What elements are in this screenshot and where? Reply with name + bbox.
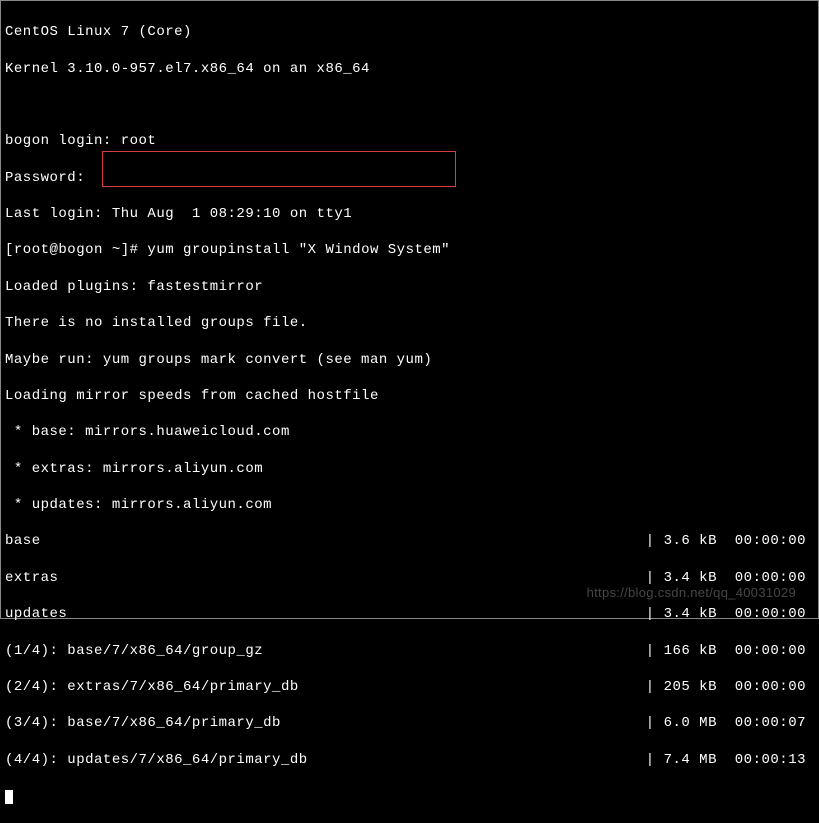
output-mirror-updates: * updates: mirrors.aliyun.com: [5, 496, 814, 514]
terminal-output[interactable]: CentOS Linux 7 (Core) Kernel 3.10.0-957.…: [5, 5, 814, 823]
os-line: CentOS Linux 7 (Core): [5, 23, 814, 41]
password-prompt: Password:: [5, 169, 814, 187]
last-login: Last login: Thu Aug 1 08:29:10 on tty1: [5, 205, 814, 223]
cursor-line: [5, 787, 814, 805]
repo-row: base| 3.6 kB 00:00:00: [5, 532, 814, 550]
repo-name: (1/4): base/7/x86_64/group_gz: [5, 642, 646, 660]
cursor-icon: [5, 790, 13, 804]
repo-name: base: [5, 532, 646, 550]
repo-name: extras: [5, 569, 646, 587]
repo-stats: | 6.0 MB 00:00:07: [646, 714, 814, 732]
output-no-groups: There is no installed groups file.: [5, 314, 814, 332]
command-text: yum groupinstall "X Window System": [139, 242, 451, 258]
repo-row: (2/4): extras/7/x86_64/primary_db| 205 k…: [5, 678, 814, 696]
repo-stats: | 3.4 kB 00:00:00: [646, 605, 814, 623]
output-maybe-run: Maybe run: yum groups mark convert (see …: [5, 351, 814, 369]
watermark-text: https://blog.csdn.net/qq_40031029: [587, 585, 796, 602]
output-mirror-base: * base: mirrors.huaweicloud.com: [5, 423, 814, 441]
repo-name: (3/4): base/7/x86_64/primary_db: [5, 714, 646, 732]
repo-row: updates| 3.4 kB 00:00:00: [5, 605, 814, 623]
output-plugins: Loaded plugins: fastestmirror: [5, 278, 814, 296]
output-loading-mirror: Loading mirror speeds from cached hostfi…: [5, 387, 814, 405]
repo-name: (4/4): updates/7/x86_64/primary_db: [5, 751, 646, 769]
repo-stats: | 7.4 MB 00:00:13: [646, 751, 814, 769]
repo-row: (1/4): base/7/x86_64/group_gz| 166 kB 00…: [5, 642, 814, 660]
repo-stats: | 3.6 kB 00:00:00: [646, 532, 814, 550]
repo-stats: | 205 kB 00:00:00: [646, 678, 814, 696]
shell-prompt: [root@bogon ~]#: [5, 242, 139, 258]
login-prompt: bogon login: root: [5, 132, 814, 150]
repo-name: updates: [5, 605, 646, 623]
kernel-line: Kernel 3.10.0-957.el7.x86_64 on an x86_6…: [5, 60, 814, 78]
output-mirror-extras: * extras: mirrors.aliyun.com: [5, 460, 814, 478]
repo-row: (3/4): base/7/x86_64/primary_db| 6.0 MB …: [5, 714, 814, 732]
repo-name: (2/4): extras/7/x86_64/primary_db: [5, 678, 646, 696]
repo-stats: | 166 kB 00:00:00: [646, 642, 814, 660]
blank-line: [5, 96, 814, 114]
command-line: [root@bogon ~]# yum groupinstall "X Wind…: [5, 241, 814, 259]
repo-row: (4/4): updates/7/x86_64/primary_db| 7.4 …: [5, 751, 814, 769]
